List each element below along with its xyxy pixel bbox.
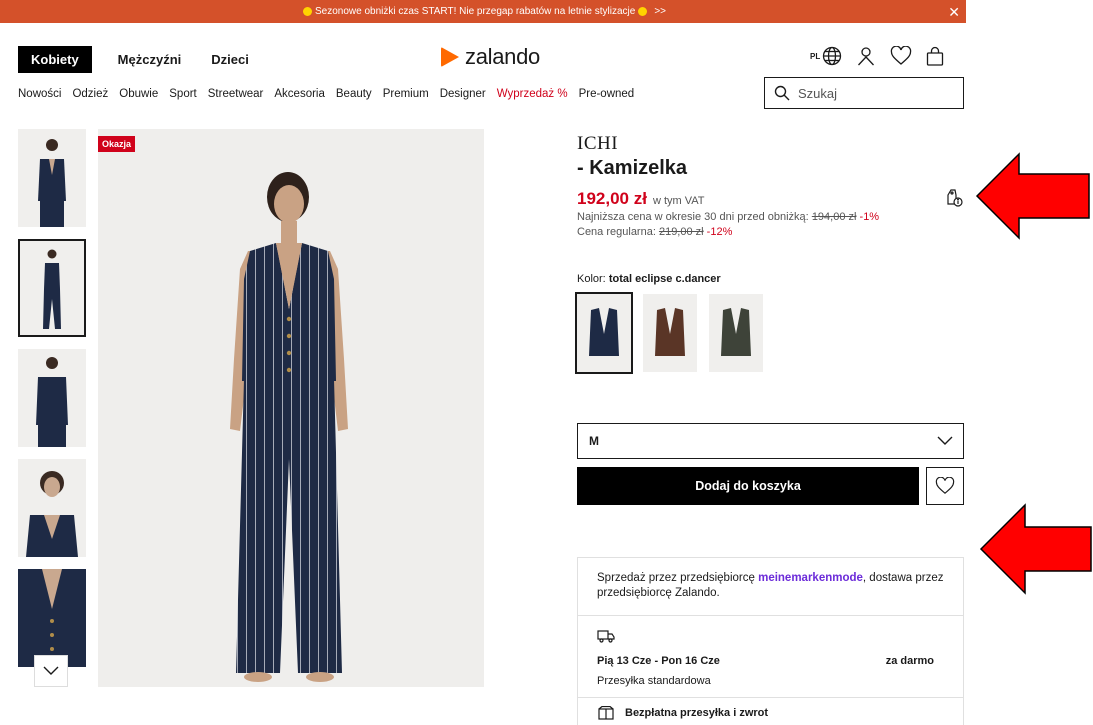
product-name: - Kamizelka — [577, 157, 688, 179]
product-brand[interactable]: ICHI — [577, 133, 618, 155]
thumbnail-image[interactable] — [18, 129, 86, 227]
promo-text: Sezonowe obniżki czas START! Nie przegap… — [314, 6, 636, 17]
chevron-down-icon — [937, 436, 953, 445]
selected-size: M — [589, 434, 599, 448]
annotation-arrow-icon — [975, 152, 1090, 240]
zalando-logo[interactable]: zalando — [441, 44, 540, 70]
return-package-icon — [598, 705, 614, 720]
category-link-sale[interactable]: Wyprzedaż % — [497, 88, 568, 100]
category-nav: Nowości Odzież Obuwie Sport Streetwear A… — [18, 88, 645, 100]
seller-link[interactable]: meinemarkenmode — [758, 572, 863, 584]
category-link[interactable]: Pre-owned — [579, 88, 635, 100]
user-icon[interactable] — [856, 46, 876, 66]
search-placeholder: Szukaj — [798, 85, 838, 101]
gender-tab-men[interactable]: Mężczyźni — [92, 46, 208, 73]
seller-info: Sprzedaż przez przedsiębiorcę meinemarke… — [577, 557, 964, 616]
category-link[interactable]: Designer — [440, 88, 486, 100]
color-swatch-selected[interactable] — [575, 292, 633, 374]
search-input[interactable]: Szukaj — [764, 77, 964, 109]
promo-dot-icon — [638, 7, 648, 16]
heart-icon — [935, 477, 955, 494]
chevron-down-icon — [43, 666, 59, 675]
returns-info: Bezpłatna przesyłka i zwrot — [577, 698, 964, 725]
bag-icon[interactable] — [926, 46, 944, 66]
logo-play-icon — [441, 47, 459, 67]
delivery-type: Przesyłka standardowa — [597, 675, 711, 687]
regular-price: 219,00 zł — [658, 226, 704, 238]
thumbnail-list — [18, 129, 86, 679]
lowest-price: 194,00 zł — [811, 211, 857, 223]
price-history: Najniższa cena w okresie 30 dni przed ob… — [577, 210, 879, 240]
wishlist-button[interactable] — [926, 467, 964, 505]
color-value: total eclipse c.dancer — [608, 273, 721, 285]
thumbnail-image-selected[interactable] — [18, 239, 86, 337]
thumbnail-image[interactable] — [18, 459, 86, 557]
category-link[interactable]: Odzież — [72, 88, 108, 100]
category-link[interactable]: Premium — [383, 88, 429, 100]
close-icon[interactable]: ✕ — [948, 4, 960, 21]
category-link[interactable]: Obuwie — [119, 88, 158, 100]
size-select[interactable]: M — [577, 423, 964, 459]
delivery-dates: Pią 13 Cze - Pon 16 Cze — [597, 655, 720, 667]
color-swatch[interactable] — [709, 294, 763, 372]
color-swatches — [575, 292, 775, 374]
regular-price-discount: -12% — [706, 226, 733, 238]
promo-dot-icon — [302, 7, 312, 16]
add-to-cart-button[interactable]: Dodaj do koszyka — [577, 467, 919, 505]
thumbnail-image[interactable] — [18, 569, 86, 667]
color-label: Kolor: total eclipse c.dancer — [577, 273, 721, 285]
price-row: 192,00 zł w tym VAT — [577, 189, 705, 209]
category-link[interactable]: Streetwear — [208, 88, 264, 100]
gender-tab-kids[interactable]: Dzieci — [207, 46, 262, 73]
color-label-prefix: Kolor: — [577, 273, 606, 285]
annotation-arrow-icon — [979, 503, 1092, 595]
thumbnail-image[interactable] — [18, 349, 86, 447]
lowest-price-discount: -1% — [859, 211, 880, 223]
category-link[interactable]: Sport — [169, 88, 197, 100]
header-icons: PL — [810, 46, 944, 66]
lowest-price-label: Najniższa cena w okresie 30 dni przed ob… — [577, 211, 809, 223]
vat-note: w tym VAT — [652, 195, 705, 207]
truck-icon — [597, 630, 615, 643]
delivery-row: Pią 13 Cze - Pon 16 Cze za darmo — [597, 655, 944, 667]
deal-badge: Okazja — [98, 136, 136, 152]
gender-nav: Kobiety Mężczyźni Dzieci — [18, 46, 262, 73]
current-price: 192,00 zł — [577, 189, 647, 208]
delivery-info: Pią 13 Cze - Pon 16 Cze za darmo Przesył… — [577, 615, 964, 698]
price-info-tag-icon[interactable] — [944, 188, 964, 208]
logo-text: zalando — [465, 44, 540, 69]
heart-icon[interactable] — [890, 46, 912, 66]
category-link[interactable]: Beauty — [336, 88, 372, 100]
main-product-image[interactable] — [98, 129, 484, 687]
globe-icon[interactable] — [822, 46, 842, 66]
returns-label: Bezpłatna przesyłka i zwrot — [625, 706, 769, 719]
category-link[interactable]: Akcesoria — [274, 88, 325, 100]
gender-tab-women[interactable]: Kobiety — [18, 46, 92, 73]
category-link[interactable]: Nowości — [18, 88, 61, 100]
locale-label: PL — [810, 51, 821, 61]
regular-price-label: Cena regularna: — [577, 226, 656, 238]
promo-suffix: >> — [654, 6, 667, 17]
search-icon — [774, 85, 790, 101]
color-swatch[interactable] — [643, 294, 697, 372]
seller-prefix: Sprzedaż przez przedsiębiorcę — [597, 572, 755, 584]
promo-banner[interactable]: Sezonowe obniżki czas START! Nie przegap… — [0, 0, 966, 23]
thumbnails-scroll-down-button[interactable] — [34, 655, 68, 687]
delivery-cost: za darmo — [885, 655, 934, 667]
